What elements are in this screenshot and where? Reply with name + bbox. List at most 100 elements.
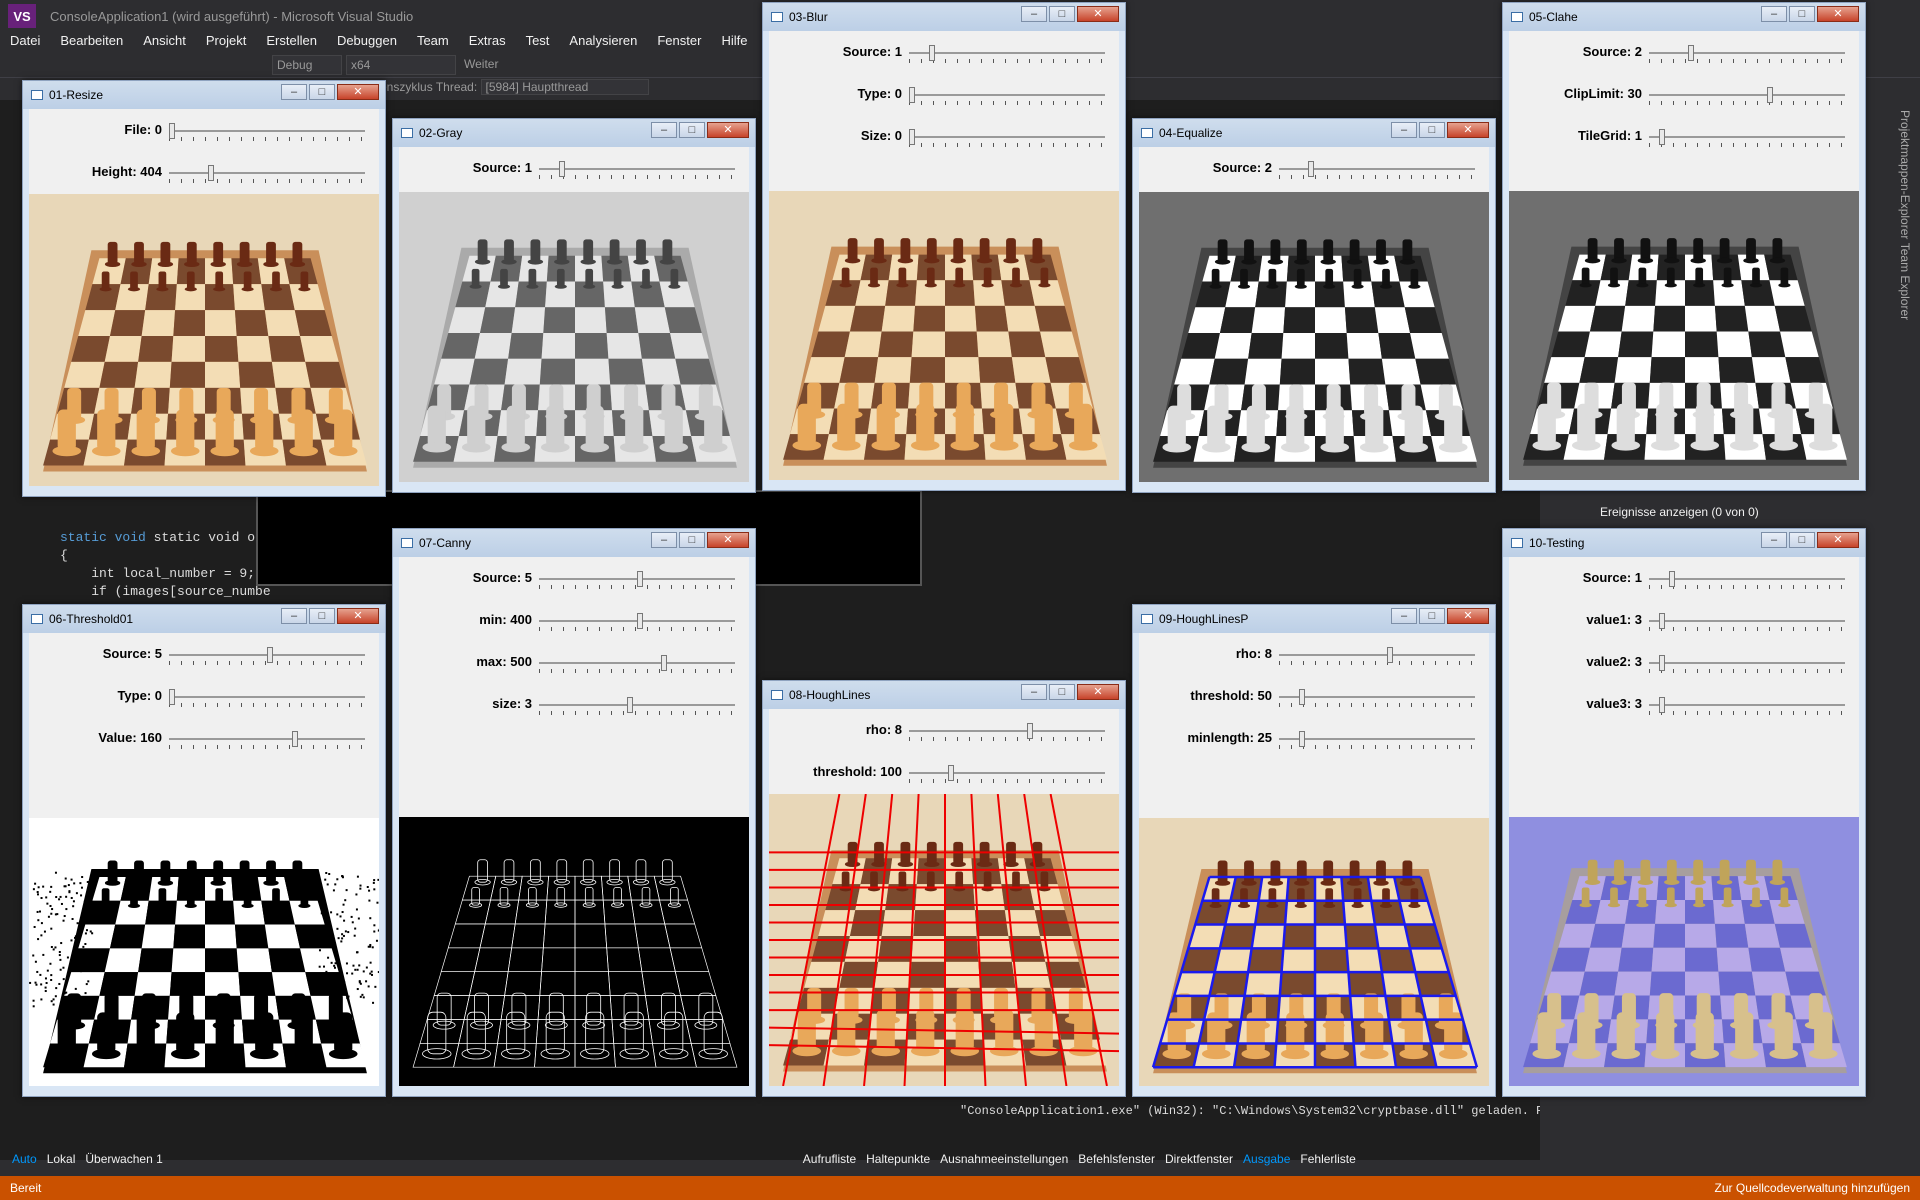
minimize-button[interactable]: – [651, 122, 677, 138]
trackbar-track[interactable] [539, 662, 735, 664]
maximize-button[interactable]: □ [309, 84, 335, 100]
trackbar-thumb[interactable] [1688, 45, 1694, 61]
opencv-window-w09[interactable]: 09-HoughLinesP – □ ✕ rho: 8 threshold: 50 minl… [1132, 604, 1496, 1097]
platform-combo[interactable]: x64 [346, 55, 456, 75]
minimize-button[interactable]: – [281, 608, 307, 624]
menu-fenster[interactable]: Fenster [647, 30, 711, 52]
trackbar-thumb[interactable] [1659, 129, 1665, 145]
continue-button[interactable]: Weiter [460, 55, 530, 75]
config-combo[interactable]: Debug [272, 55, 342, 75]
trackbar-track[interactable] [1649, 620, 1845, 622]
team-explorer-tab[interactable]: Team Explorer [1898, 243, 1912, 320]
trackbar[interactable]: Type: 0 [769, 83, 1119, 107]
minimize-button[interactable]: – [1021, 6, 1047, 22]
menu-debuggen[interactable]: Debuggen [327, 30, 407, 52]
opencv-window-w02[interactable]: 02-Gray – □ ✕ Source: 1 [392, 118, 756, 493]
trackbar[interactable]: threshold: 50 [1139, 685, 1489, 709]
trackbar[interactable]: Source: 1 [399, 157, 749, 181]
maximize-button[interactable]: □ [679, 532, 705, 548]
window-titlebar[interactable]: 10-Testing – □ ✕ [1503, 529, 1865, 557]
opencv-window-w04[interactable]: 04-Equalize – □ ✕ Source: 2 [1132, 118, 1496, 493]
trackbar-track[interactable] [1649, 662, 1845, 664]
trackbar-thumb[interactable] [1027, 723, 1033, 739]
trackbar[interactable]: rho: 8 [1139, 643, 1489, 667]
trackbar-thumb[interactable] [208, 165, 214, 181]
tab-2[interactable]: Überwachen 1 [85, 1152, 162, 1166]
maximize-button[interactable]: □ [1789, 532, 1815, 548]
trackbar-thumb[interactable] [909, 129, 915, 145]
minimize-button[interactable]: – [1021, 684, 1047, 700]
close-button[interactable]: ✕ [707, 122, 749, 138]
window-titlebar[interactable]: 06-Threshold01– □ ✕ [23, 605, 385, 633]
events-link[interactable]: Ereignisse anzeigen (0 von 0) [1600, 505, 1759, 519]
menu-analysieren[interactable]: Analysieren [559, 30, 647, 52]
trackbar[interactable]: Source: 2 [1139, 157, 1489, 181]
trackbar-track[interactable] [539, 704, 735, 706]
trackbar-thumb[interactable] [1659, 613, 1665, 629]
trackbar-track[interactable] [169, 696, 365, 698]
maximize-button[interactable]: □ [1419, 122, 1445, 138]
opencv-window-w07[interactable]: 07-Canny – □ ✕ Source: 5 min: 400 max: 500 size… [392, 528, 756, 1097]
trackbar-track[interactable] [169, 130, 365, 132]
trackbar-track[interactable] [1279, 696, 1475, 698]
trackbar[interactable]: File: 0 [29, 119, 379, 143]
trackbar-thumb[interactable] [627, 697, 633, 713]
tab-4[interactable]: Direktfenster [1165, 1152, 1233, 1166]
opencv-window-w01[interactable]: 01-Resize – □ ✕ File: 0 Height: 404 [22, 80, 386, 497]
source-control-button[interactable]: Zur Quellcodeverwaltung hinzufügen [1715, 1181, 1910, 1195]
tab-0[interactable]: Aufrufliste [803, 1152, 856, 1166]
window-titlebar[interactable]: 07-Canny – □ ✕ [393, 529, 755, 557]
trackbar[interactable]: value2: 3 [1509, 651, 1859, 675]
trackbar-thumb[interactable] [637, 571, 643, 587]
trackbar-thumb[interactable] [948, 765, 954, 781]
trackbar[interactable]: Source: 1 [769, 41, 1119, 65]
tab-6[interactable]: Fehlerliste [1300, 1152, 1355, 1166]
menu-bearbeiten[interactable]: Bearbeiten [50, 30, 133, 52]
window-titlebar[interactable]: 02-Gray – □ ✕ [393, 119, 755, 147]
trackbar-track[interactable] [909, 94, 1105, 96]
maximize-button[interactable]: □ [1789, 6, 1815, 22]
window-titlebar[interactable]: 01-Resize – □ ✕ [23, 81, 385, 109]
close-button[interactable]: ✕ [1077, 684, 1119, 700]
opencv-window-w10[interactable]: 10-Testing – □ ✕ Source: 1 value1: 3 value2: 3… [1502, 528, 1866, 1097]
menu-ansicht[interactable]: Ansicht [133, 30, 196, 52]
trackbar[interactable]: max: 500 [399, 651, 749, 675]
minimize-button[interactable]: – [1761, 6, 1787, 22]
trackbar-track[interactable] [909, 730, 1105, 732]
trackbar-thumb[interactable] [559, 161, 565, 177]
trackbar[interactable]: ClipLimit: 30 [1509, 83, 1859, 107]
thread-combo[interactable]: [5984] Hauptthread [481, 79, 650, 95]
tab-0[interactable]: Auto [12, 1152, 37, 1166]
window-titlebar[interactable]: 04-Equalize – □ ✕ [1133, 119, 1495, 147]
trackbar-thumb[interactable] [661, 655, 667, 671]
trackbar[interactable]: rho: 8 [769, 719, 1119, 743]
trackbar-track[interactable] [169, 172, 365, 174]
trackbar[interactable]: Value: 160 [29, 727, 379, 751]
opencv-window-w05[interactable]: 05-Clahe – □ ✕ Source: 2 ClipLimit: 30 TileGri… [1502, 2, 1866, 491]
opencv-window-w03[interactable]: 03-Blur – □ ✕ Source: 1 Type: 0 Size: 0 [762, 2, 1126, 491]
menu-erstellen[interactable]: Erstellen [256, 30, 327, 52]
trackbar-thumb[interactable] [1669, 571, 1675, 587]
trackbar-thumb[interactable] [909, 87, 915, 103]
trackbar-thumb[interactable] [169, 123, 175, 139]
trackbar-track[interactable] [1649, 578, 1845, 580]
trackbar-thumb[interactable] [1299, 689, 1305, 705]
maximize-button[interactable]: □ [679, 122, 705, 138]
trackbar[interactable]: Source: 2 [1509, 41, 1859, 65]
trackbar[interactable]: Source: 1 [1509, 567, 1859, 591]
menu-hilfe[interactable]: Hilfe [711, 30, 757, 52]
trackbar-thumb[interactable] [1659, 697, 1665, 713]
trackbar[interactable]: min: 400 [399, 609, 749, 633]
tab-2[interactable]: Ausnahmeeinstellungen [940, 1152, 1068, 1166]
close-button[interactable]: ✕ [1077, 6, 1119, 22]
trackbar-thumb[interactable] [1308, 161, 1314, 177]
menu-projekt[interactable]: Projekt [196, 30, 256, 52]
close-button[interactable]: ✕ [1447, 608, 1489, 624]
opencv-window-w06[interactable]: 06-Threshold01 – □ ✕ Source: 5 Type: 0 Value: … [22, 604, 386, 1097]
trackbar[interactable]: value1: 3 [1509, 609, 1859, 633]
close-button[interactable]: ✕ [1817, 6, 1859, 22]
trackbar[interactable]: size: 3 [399, 693, 749, 717]
maximize-button[interactable]: □ [1049, 684, 1075, 700]
menu-extras[interactable]: Extras [459, 30, 516, 52]
tab-1[interactable]: Lokal [47, 1152, 76, 1166]
